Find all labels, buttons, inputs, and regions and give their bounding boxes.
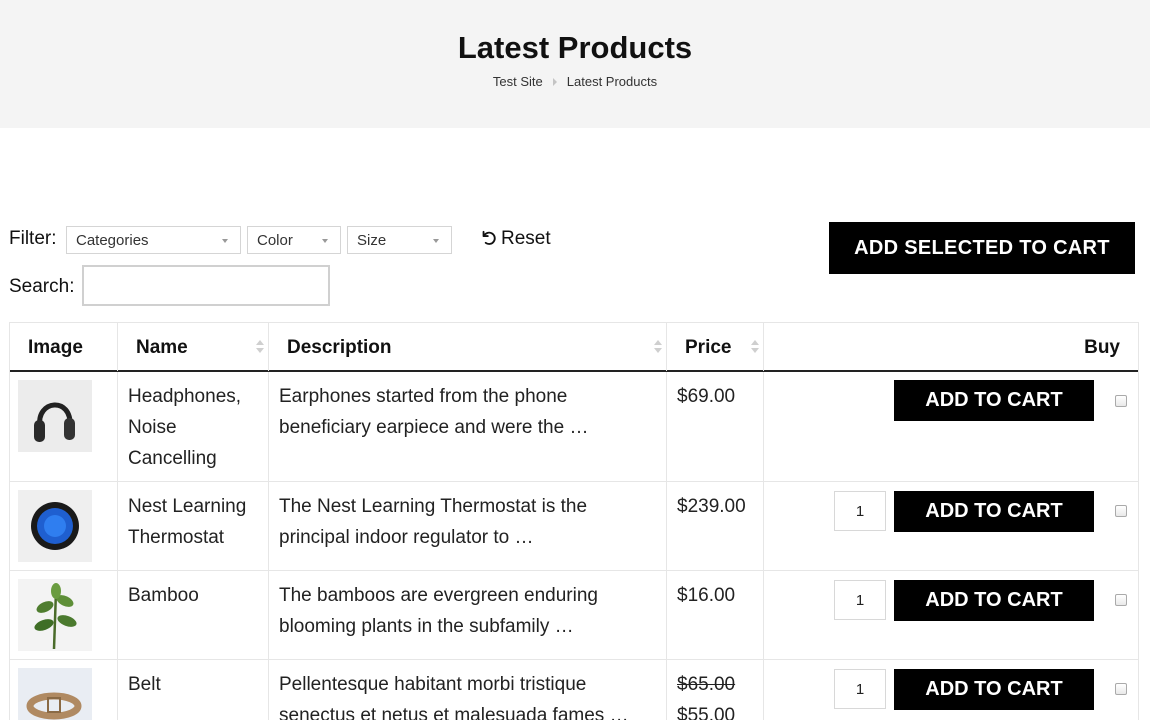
reset-label: Reset [501,228,551,249]
product-name[interactable]: Nest Learning Thermostat [128,482,268,553]
table-row: Headphones, Noise Cancelling Earphones s… [10,372,1138,482]
column-header-buy: Buy [763,323,1138,371]
breadcrumb: Test Site Latest Products [0,74,1150,89]
column-header-price[interactable]: Price [666,323,763,371]
add-to-cart-button[interactable]: ADD TO CART [894,669,1094,710]
breadcrumb-home-link[interactable]: Test Site [493,74,543,89]
price-cell: $69.00 [666,372,763,481]
chevron-down-icon [222,239,228,243]
description-cell: The Nest Learning Thermostat is the prin… [268,482,666,570]
products-table: Image Name Description Price Buy Headpho… [9,322,1139,720]
quantity-input[interactable] [834,491,886,531]
column-header-description-label: Description [287,337,392,358]
product-price: $69.00 [677,386,736,407]
size-select[interactable]: Size [347,226,452,254]
filter-label: Filter: [9,228,57,249]
name-cell: Headphones, Noise Cancelling [117,372,268,481]
description-cell: Pellentesque habitant morbi tristique se… [268,660,666,720]
image-cell [10,660,117,720]
description-cell: The bamboos are evergreen enduring bloom… [268,571,666,659]
name-cell: Belt [117,660,268,720]
price-group: $65.00 $55.00 [677,660,763,720]
categories-select[interactable]: Categories [66,226,241,254]
color-select-value: Color [257,232,293,249]
select-checkbox[interactable] [1115,594,1127,606]
sort-icon [654,340,662,354]
add-to-cart-button[interactable]: ADD TO CART [894,580,1094,621]
select-checkbox[interactable] [1115,395,1127,407]
select-checkbox[interactable] [1115,505,1127,517]
chevron-down-icon [322,239,328,243]
column-header-name-label: Name [136,337,188,358]
product-name[interactable]: Headphones, Noise Cancelling [128,372,258,474]
table-header: Image Name Description Price Buy [10,323,1138,372]
page-title: Latest Products [457,30,693,65]
categories-select-value: Categories [76,232,149,249]
product-price: $16.00 [677,585,736,606]
page-header: Latest Products Test Site Latest Products [0,0,1150,128]
search-input[interactable] [82,265,330,306]
breadcrumb-current: Latest Products [566,74,658,89]
product-description: Earphones started from the phone benefic… [279,386,589,438]
price-cell: $16.00 [666,571,763,659]
quantity-input[interactable] [834,669,886,709]
column-header-buy-label: Buy [1084,337,1120,358]
product-old-price: $65.00 [677,674,736,695]
color-select[interactable]: Color [247,226,341,254]
reset-icon [482,230,496,245]
product-price: $55.00 [677,705,736,720]
reset-button[interactable]: Reset [480,228,551,250]
add-selected-to-cart-button[interactable]: ADD SELECTED TO CART [829,222,1135,274]
quantity-input[interactable] [834,580,886,620]
belt-image[interactable] [18,668,92,720]
name-cell: Bamboo [117,571,268,659]
name-cell: Nest Learning Thermostat [117,482,268,570]
price-cell: $65.00 $55.00 [666,660,763,720]
add-to-cart-button[interactable]: ADD TO CART [894,380,1094,421]
image-cell [10,372,117,481]
product-price: $239.00 [677,496,746,517]
product-description: The bamboos are evergreen enduring bloom… [279,585,598,637]
select-checkbox[interactable] [1115,683,1127,695]
search-label: Search: [9,276,75,297]
column-header-image-label: Image [28,337,83,358]
product-name[interactable]: Belt [128,660,268,700]
chevron-down-icon [433,239,439,243]
column-header-image: Image [10,323,117,371]
column-header-description[interactable]: Description [268,323,666,371]
product-description: The Nest Learning Thermostat is the prin… [279,496,588,548]
size-select-value: Size [357,232,387,249]
headphones-image[interactable] [18,380,92,452]
sort-icon [256,340,264,354]
thermostat-image[interactable] [18,490,92,562]
table-row: Nest Learning Thermostat The Nest Learni… [10,482,1138,571]
product-name[interactable]: Bamboo [128,571,268,611]
column-header-name[interactable]: Name [117,323,268,371]
product-description: Pellentesque habitant morbi tristique se… [279,674,629,720]
price-cell: $239.00 [666,482,763,570]
bamboo-plant-image[interactable] [18,579,92,651]
add-to-cart-button[interactable]: ADD TO CART [894,491,1094,532]
table-row: Bamboo The bamboos are evergreen endurin… [10,571,1138,660]
sort-icon [751,340,759,354]
description-cell: Earphones started from the phone benefic… [268,372,666,481]
table-row: Belt Pellentesque habitant morbi tristiq… [10,660,1138,720]
image-cell [10,571,117,659]
breadcrumb-separator-icon [552,78,557,87]
image-cell [10,482,117,570]
column-header-price-label: Price [685,337,732,358]
